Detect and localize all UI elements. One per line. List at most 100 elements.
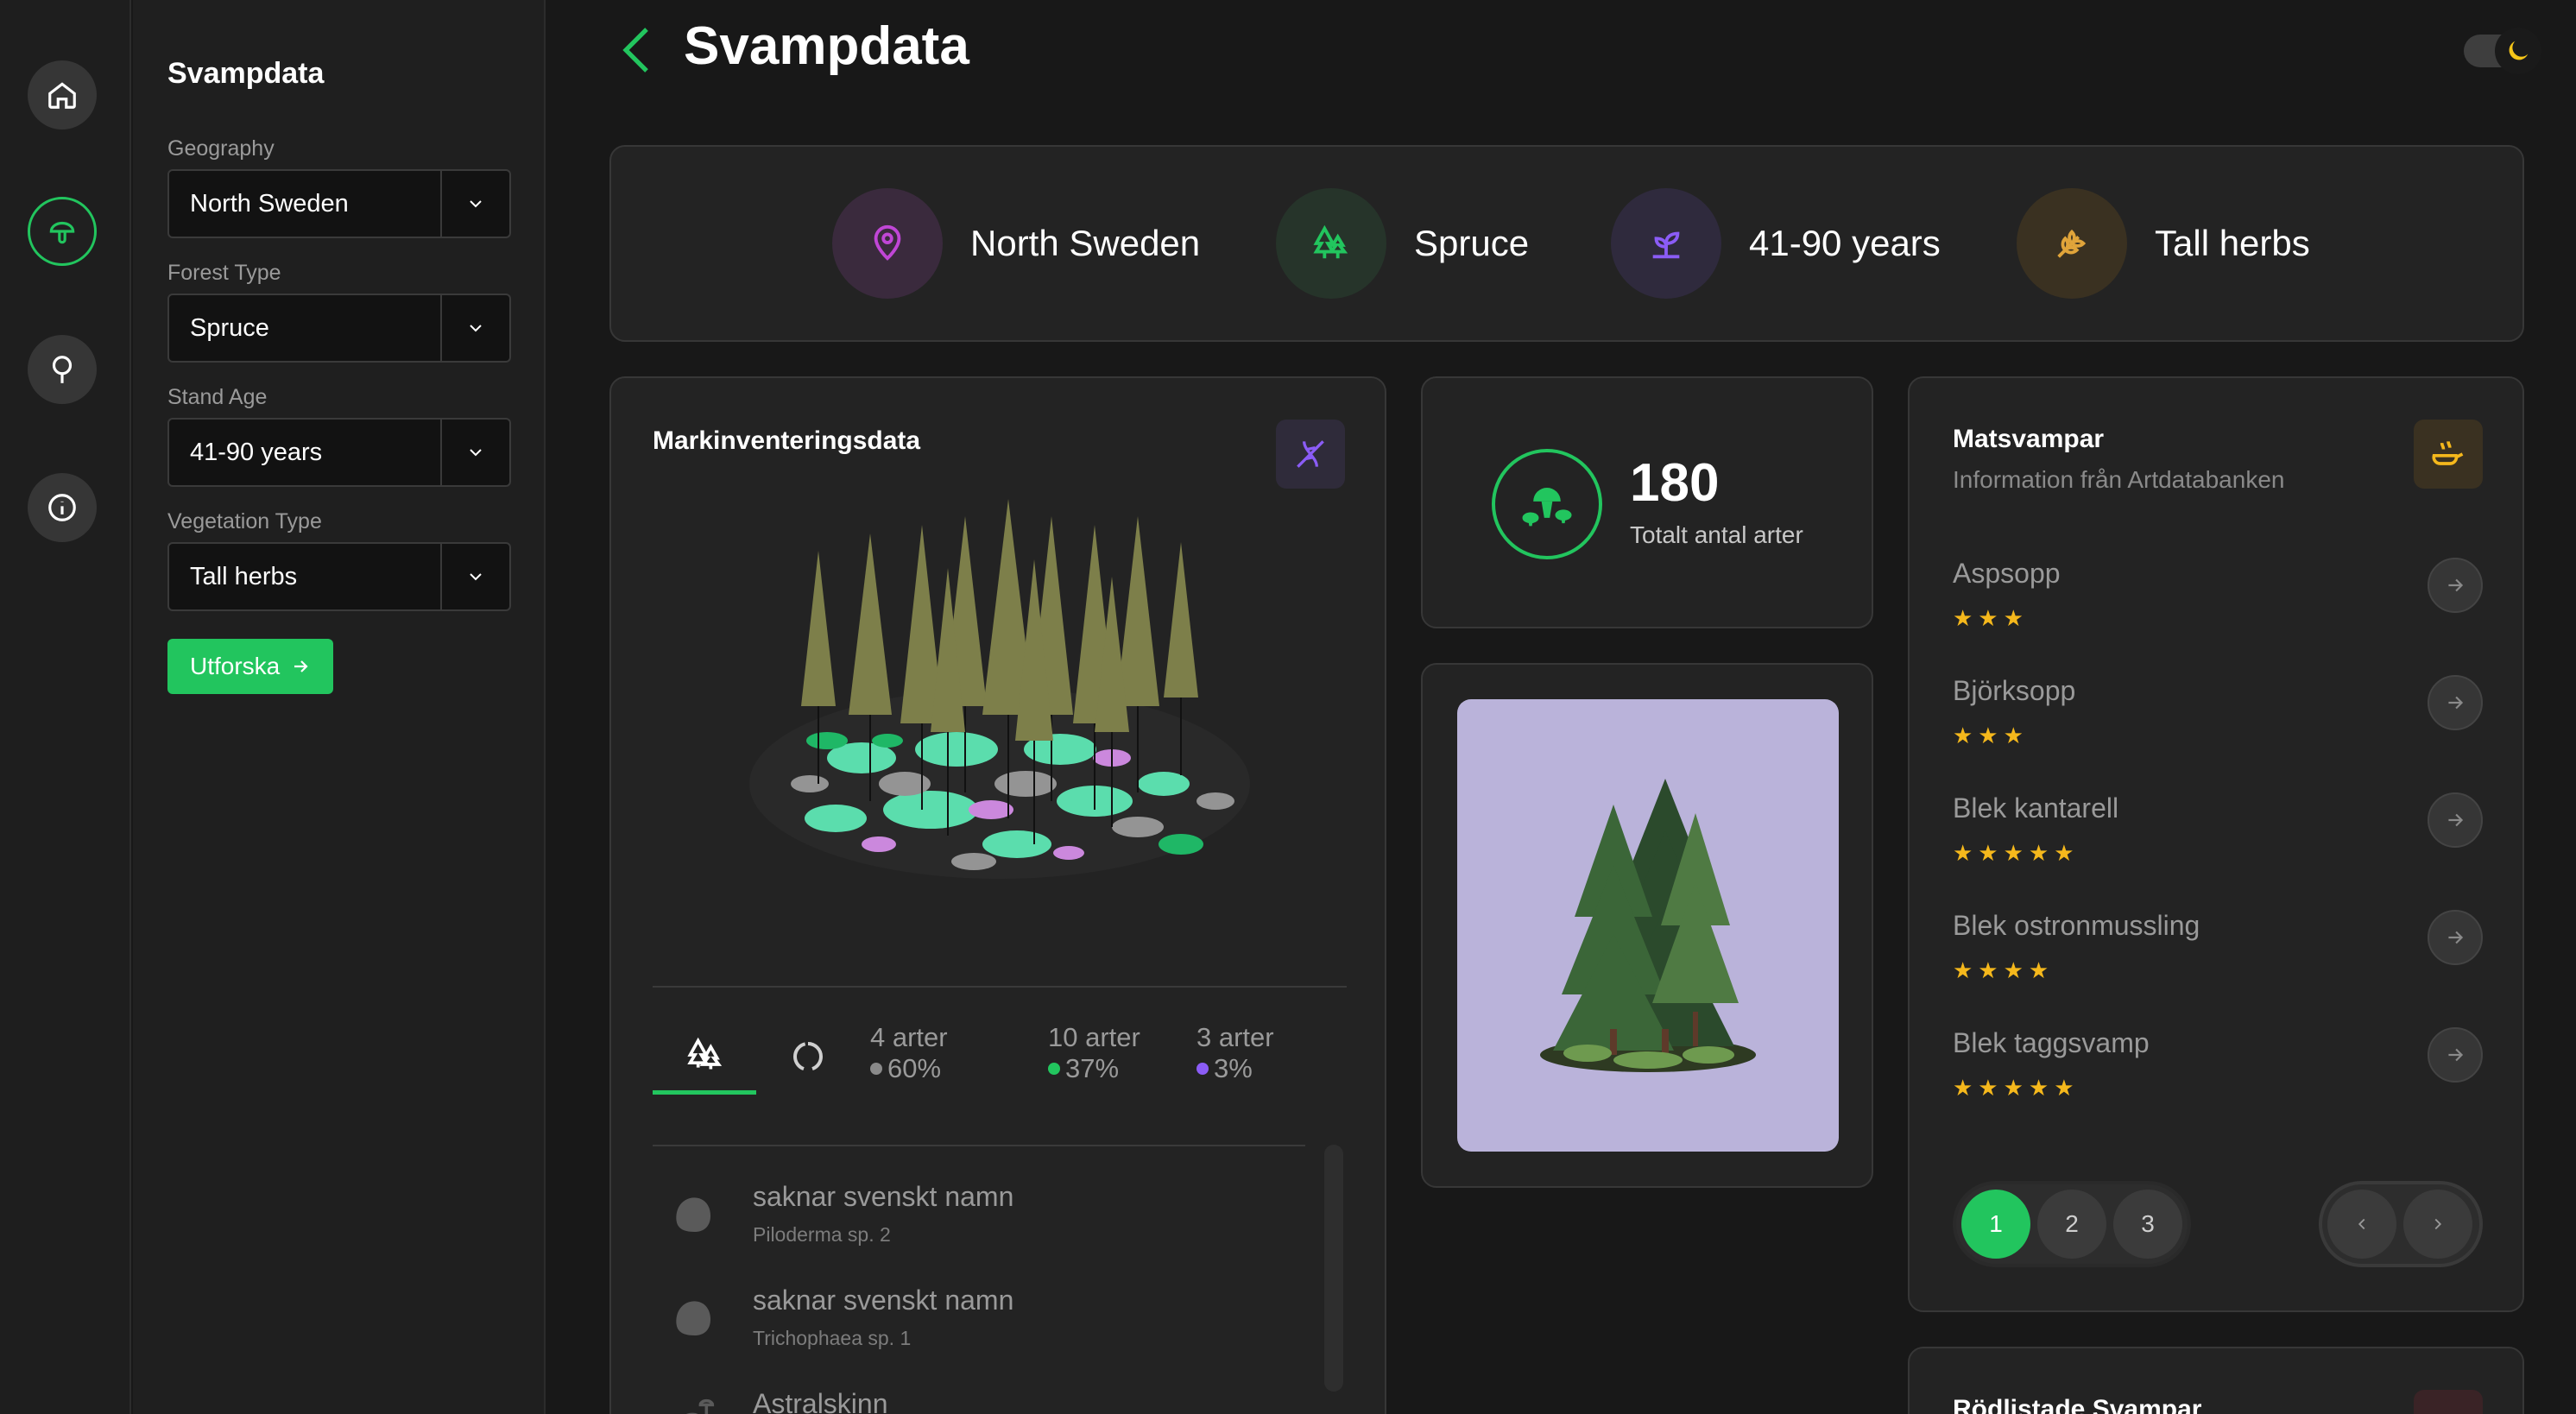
list-item[interactable]: Aspsopp ★★★ — [1953, 558, 2483, 661]
species-common-name: saknar svenskt namn — [753, 1285, 1014, 1316]
vegetation-type-label: Vegetation Type — [167, 509, 322, 533]
summary-chip-vegetation: Tall herbs — [2017, 188, 2310, 299]
mushroom-icon — [49, 221, 75, 244]
page-button-1[interactable]: 1 — [1961, 1190, 2030, 1259]
fungus-blob-icon — [676, 1301, 710, 1335]
open-button[interactable] — [2428, 910, 2483, 965]
arrow-right-icon — [2448, 1048, 2464, 1062]
stand-age-label: Stand Age — [167, 385, 268, 409]
list-item[interactable]: Blek taggsvamp ★★★★★ — [1953, 1027, 2483, 1131]
sprout-icon — [1611, 188, 1721, 299]
summary-chip-geography: North Sweden — [832, 188, 1200, 299]
mushroom-name: Björksopp — [1953, 675, 2076, 706]
redlisted-fungi-card: Rödlistade Svampar — [1908, 1347, 2524, 1414]
species-latin-name: Piloderma sp. 2 — [753, 1223, 891, 1246]
open-button[interactable] — [2428, 675, 2483, 730]
chevron-left-icon — [622, 28, 648, 73]
stat-percent: 60% — [887, 1053, 942, 1083]
list-item[interactable]: Blek ostronmussling ★★★★ — [1953, 910, 2483, 1013]
species-latin-name: Trichophaea sp. 1 — [753, 1327, 912, 1349]
arrow-right-icon — [2448, 696, 2464, 710]
stat-purple: 3 arter 3% — [1196, 1022, 1274, 1084]
species-common-name: saknar svenskt namn — [753, 1181, 1014, 1212]
tree-nav-button[interactable] — [28, 335, 97, 404]
theme-toggle[interactable] — [2464, 28, 2541, 74]
moon-icon — [2495, 28, 2541, 74]
app-root: Svampdata Geography North Sweden Forest … — [0, 0, 2576, 1414]
explore-button[interactable]: Utforska — [167, 639, 334, 694]
sidebar-title: Svampdata — [167, 57, 325, 90]
next-page-button[interactable] — [2403, 1190, 2472, 1259]
filter-sidebar: Svampdata Geography North Sweden Forest … — [133, 0, 546, 1414]
summary-forest-type: Spruce — [1414, 223, 1530, 263]
frying-pan-icon[interactable] — [2414, 420, 2483, 489]
explore-label: Utforska — [190, 653, 281, 679]
mushroom-nav-button[interactable] — [28, 197, 97, 266]
list-item[interactable]: Blek kantarell ★★★★★ — [1953, 792, 2483, 896]
stat-percent: 37% — [1065, 1053, 1120, 1083]
total-species-label: Totalt antal arter — [1630, 521, 1803, 548]
back-button[interactable] — [615, 22, 658, 82]
tree-icon — [52, 356, 73, 383]
legend-dot — [870, 1063, 882, 1075]
rating-stars: ★★★ — [1953, 723, 2029, 748]
stat-count: 10 arter — [1048, 1022, 1140, 1052]
trees-icon — [687, 1037, 723, 1069]
list-item[interactable]: saknar svenskt namn Piloderma sp. 2 — [668, 1181, 1013, 1247]
vegetation-type-value: Tall herbs — [190, 562, 298, 590]
vegetation-type-select[interactable]: Tall herbs — [167, 542, 511, 611]
chevron-down-icon[interactable] — [440, 544, 509, 609]
arrow-right-icon — [2448, 578, 2464, 592]
arrow-right-icon — [2448, 813, 2464, 827]
page-title: Svampdata — [684, 16, 969, 76]
open-button[interactable] — [2428, 1027, 2483, 1083]
mushroom-name: Blek ostronmussling — [1953, 910, 2200, 941]
home-nav-button[interactable] — [28, 60, 97, 129]
geography-select[interactable]: North Sweden — [167, 169, 511, 238]
list-item[interactable]: saknar svenskt namn Trichophaea sp. 1 — [668, 1285, 1013, 1350]
species-common-name: Astralskinn — [753, 1388, 888, 1414]
edible-fungi-card: Matsvampar Information från Artdatabanke… — [1908, 376, 2524, 1312]
tab-trees[interactable] — [653, 1019, 756, 1095]
pagination-arrows — [2319, 1181, 2483, 1267]
open-button[interactable] — [2428, 792, 2483, 848]
list-item[interactable]: Astralskinn — [668, 1388, 888, 1414]
species-list-scrollbar[interactable] — [1324, 1145, 1343, 1392]
wheat-icon — [2017, 188, 2127, 299]
stand-age-select[interactable]: 41-90 years — [167, 418, 511, 487]
selection-summary: North Sweden Spruce 41-90 years Tall her… — [609, 145, 2524, 342]
total-species-number: 180 — [1630, 453, 1720, 513]
mushroom-name: Aspsopp — [1953, 558, 2061, 589]
stat-green: 10 arter 37% — [1048, 1022, 1140, 1084]
total-species-card: 180 Totalt antal arter — [1421, 376, 1873, 628]
chevron-right-icon — [2434, 1218, 2442, 1230]
mushroom-icon — [686, 1398, 715, 1414]
warning-icon[interactable] — [2414, 1390, 2483, 1414]
chevron-down-icon[interactable] — [440, 171, 509, 237]
tab-donut-chart[interactable] — [756, 1019, 860, 1095]
forest-type-label: Forest Type — [167, 261, 281, 285]
summary-chip-forest: Spruce — [1276, 188, 1529, 299]
legend-dot — [1048, 1063, 1060, 1075]
page-button-3[interactable]: 3 — [2113, 1190, 2182, 1259]
fungus-blob-icon — [676, 1197, 710, 1232]
stat-gray: 4 arter 60% — [870, 1022, 948, 1084]
info-icon — [48, 494, 76, 521]
edible-fungi-subtitle: Information från Artdatabanken — [1953, 466, 2285, 493]
rating-stars: ★★★★★ — [1953, 840, 2080, 866]
mushroom-name: Blek kantarell — [1953, 792, 2119, 824]
icon-rail — [0, 0, 131, 1414]
info-nav-button[interactable] — [28, 473, 97, 542]
page-button-2[interactable]: 2 — [2037, 1190, 2106, 1259]
prev-page-button[interactable] — [2327, 1190, 2396, 1259]
geography-label: Geography — [167, 136, 275, 161]
list-item[interactable]: Björksopp ★★★ — [1953, 675, 2483, 779]
chevron-down-icon[interactable] — [440, 420, 509, 485]
rating-stars: ★★★★ — [1953, 957, 2055, 983]
open-button[interactable] — [2428, 558, 2483, 613]
dna-icon[interactable] — [1276, 420, 1345, 489]
forest-type-select[interactable]: Spruce — [167, 294, 511, 363]
pagination: 1 2 3 — [1953, 1181, 2191, 1267]
chevron-down-icon[interactable] — [440, 295, 509, 361]
location-pin-icon — [832, 188, 943, 299]
